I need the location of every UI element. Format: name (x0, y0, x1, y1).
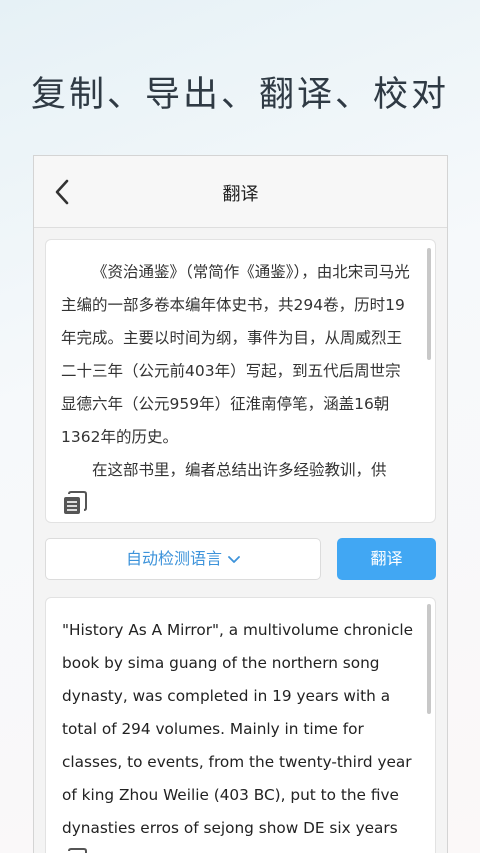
navigation-bar: 翻译 (34, 156, 447, 228)
result-text-card[interactable]: "History As A Mirror", a multivolume chr… (45, 597, 436, 853)
source-scrollbar[interactable] (427, 248, 431, 360)
copy-icon[interactable] (63, 848, 87, 853)
result-text-area[interactable]: "History As A Mirror", a multivolume chr… (62, 614, 424, 853)
source-text-card[interactable]: 《资治通鉴》（常简作《通鉴》），由北宋司马光主编的一部多卷本编年体史书，共294… (45, 239, 436, 523)
source-paragraph: 《资治通鉴》（常简作《通鉴》），由北宋司马光主编的一部多卷本编年体史书，共294… (61, 263, 410, 446)
copy-icon[interactable] (63, 491, 87, 515)
language-select[interactable]: 自动检测语言 (45, 538, 321, 580)
source-text-area[interactable]: 《资治通鉴》（常简作《通鉴》），由北宋司马光主编的一部多卷本编年体史书，共294… (61, 256, 416, 487)
language-select-label: 自动检测语言 (125, 549, 222, 568)
phone-screen: 翻译 《资治通鉴》（常简作《通鉴》），由北宋司马光主编的一部多卷本编年体史书，共… (33, 155, 448, 853)
result-scrollbar[interactable] (427, 604, 431, 714)
translate-button[interactable]: 翻译 (337, 538, 436, 580)
source-paragraph: 在这部书里，编者总结出许多经验教训，供 (92, 461, 387, 479)
page-title: 翻译 (222, 184, 259, 205)
chevron-down-icon (228, 555, 240, 563)
promo-headline: 复制、导出、翻译、校对 (30, 75, 449, 115)
